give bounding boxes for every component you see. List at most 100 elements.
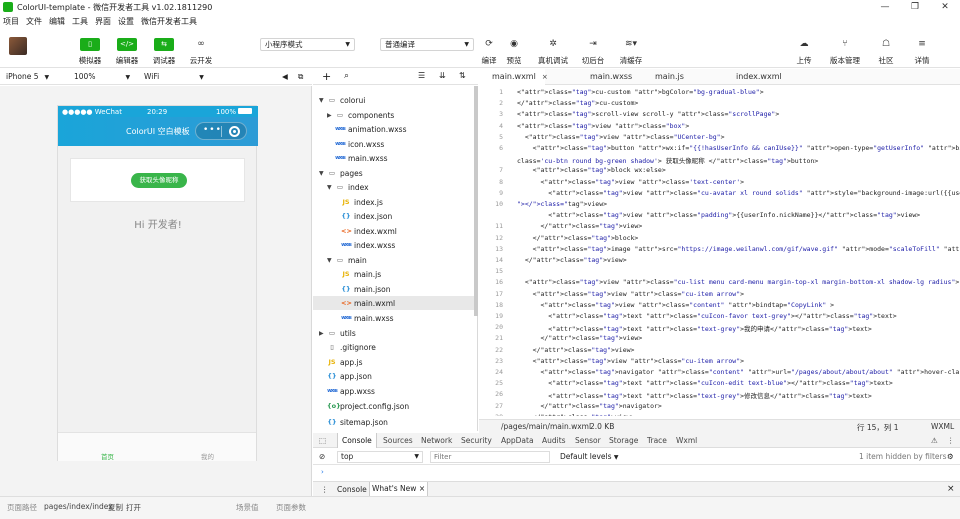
tab-trace[interactable]: Trace — [647, 436, 667, 445]
tree-file-index-json[interactable]: {} index.json — [341, 209, 392, 223]
tree-folder-utils[interactable]: ▶ ▭ utils — [319, 326, 356, 340]
scene-label[interactable]: 场景值 — [236, 502, 259, 513]
tree-file-main-wxss-colorui[interactable]: wxss main.wxss — [335, 151, 387, 165]
code-line[interactable]: <"attr">class="tag">text "attr">class="t… — [517, 323, 872, 333]
code-line[interactable]: <"attr">class="tag">text "attr">class="c… — [517, 379, 893, 387]
compile-select[interactable]: 普通编译 ▼ — [380, 38, 474, 51]
code-line[interactable]: <"attr">class="tag">block wx:else> — [517, 166, 666, 174]
code-line[interactable]: <"attr">class="tag">navigator "attr">cla… — [517, 368, 960, 376]
menu-edit[interactable]: 编辑 — [49, 16, 65, 27]
context-select[interactable]: top ▼ — [337, 451, 423, 463]
close-icon[interactable]: × — [542, 73, 548, 81]
simulator-toggle-icon[interactable]: ▯ — [80, 38, 100, 51]
code-line[interactable]: <"attr">class="tag">scroll-view scroll-y… — [517, 110, 779, 118]
tree-file-animation-wxss[interactable]: wxss animation.wxss — [335, 122, 406, 136]
code-line[interactable]: <"attr">class="tag">view "attr">class="c… — [517, 290, 744, 298]
code-line[interactable]: <"attr">class="tag">view "attr">class="U… — [517, 133, 725, 141]
code-line[interactable]: "></">class="tag">view> — [517, 200, 607, 208]
tree-file-main-wxss[interactable]: wxss main.wxss — [341, 311, 393, 325]
more-icon[interactable]: ••• — [203, 125, 222, 135]
code-line[interactable]: <"attr">class="tag">cu-custom "attr">bgC… — [517, 88, 764, 96]
code-line[interactable]: </"attr">class="tag">view> — [517, 256, 627, 264]
code-line[interactable]: </"attr">class="tag">view> — [517, 346, 635, 354]
code-line[interactable]: <"attr">class="tag">view "attr">class="c… — [517, 278, 959, 286]
levels-select[interactable]: Default levels ▼ — [560, 452, 619, 461]
tree-file-index-wxss[interactable]: wxss index.wxss — [341, 238, 395, 252]
tab-console[interactable]: Console — [337, 433, 377, 448]
tab-index-wxml[interactable]: index.wxml — [736, 69, 782, 85]
collapse-icon[interactable]: ⇊ — [439, 71, 446, 80]
drawer-tab-console[interactable]: Console — [337, 485, 367, 494]
user-avatar[interactable] — [9, 37, 27, 55]
params-label[interactable]: 页面参数 — [276, 502, 306, 513]
tab-main-js[interactable]: main.js — [655, 69, 684, 85]
tree-file-main-json[interactable]: {} main.json — [341, 282, 390, 296]
clear-console-icon[interactable]: ⊘ — [319, 452, 325, 461]
code-line[interactable]: class='cu-btn round bg-green shadow'> 获取… — [517, 155, 818, 165]
code-line[interactable]: <"attr">class="tag">view "attr">class="b… — [517, 122, 689, 130]
code-line[interactable]: <"attr">class="tag">image "attr">src="ht… — [517, 245, 960, 253]
phone-screen[interactable]: ●●●●● WeChat 20:29 100% ColorUI 空白模板 •••… — [57, 105, 258, 461]
switch-background-icon[interactable]: ⇥ — [583, 38, 603, 51]
device-select[interactable]: iPhone 5 ▼ — [6, 71, 49, 83]
close-button[interactable]: ✕ — [930, 0, 960, 14]
refresh-icon[interactable]: ⟳ — [479, 38, 499, 51]
eye-icon[interactable]: ◉ — [504, 38, 524, 51]
upload-icon[interactable]: ☁ — [794, 38, 814, 51]
restore-button[interactable]: ❐ — [900, 0, 930, 14]
menu-settings[interactable]: 设置 — [118, 16, 134, 27]
mute-icon[interactable]: ◀ — [282, 71, 288, 83]
menu-devtools[interactable]: 微信开发者工具 — [141, 16, 197, 27]
minimize-button[interactable]: — — [870, 0, 900, 14]
tree-file-main-js[interactable]: JS main.js — [341, 267, 381, 281]
code-line[interactable]: </"attr">class="tag">navigator> — [517, 402, 661, 410]
tab-network[interactable]: Network — [421, 436, 452, 445]
code-line[interactable]: </"attr">class="tag">cu-custom> — [517, 99, 638, 107]
tree-folder-index[interactable]: ▼ ▭ index — [327, 180, 369, 194]
code-line[interactable]: <"attr">class="tag">view "attr">class="p… — [517, 211, 920, 219]
menu-view[interactable]: 界面 — [95, 16, 111, 27]
close-icon[interactable]: × — [419, 484, 425, 493]
code-line[interactable]: </"attr">class="tag">block> — [517, 234, 639, 242]
inspect-icon[interactable]: ⬚ — [319, 436, 326, 445]
console-filter-input[interactable] — [430, 451, 550, 463]
language-mode[interactable]: WXML — [931, 422, 954, 431]
get-userinfo-button[interactable]: 获取头像昵称 — [131, 173, 187, 188]
tab-sources[interactable]: Sources — [383, 436, 413, 445]
tree-folder-main[interactable]: ▼ ▭ main — [327, 253, 367, 267]
menu-file[interactable]: 文件 — [26, 16, 42, 27]
cursor-position[interactable]: 行 15，列 1 — [857, 422, 899, 433]
code-line[interactable]: <"attr">class="tag">button "attr">wx:if=… — [517, 144, 960, 152]
tab-security[interactable]: Security — [461, 436, 492, 445]
tree-folder-components[interactable]: ▶ ▭ components — [327, 108, 394, 122]
tab-sensor[interactable]: Sensor — [575, 436, 601, 445]
code-line[interactable]: <"attr">class="tag">view "attr">class="c… — [517, 357, 744, 365]
tab-appdata[interactable]: AppData — [501, 436, 534, 445]
tree-folder-pages[interactable]: ▼ ▭ pages — [319, 166, 363, 180]
code-editor[interactable]: 1 <"attr">class="tag">cu-custom "attr">bg… — [479, 86, 960, 416]
code-line[interactable]: <"attr">class="tag">view "attr">class='t… — [517, 178, 744, 186]
tree-file-index-js[interactable]: JS index.js — [341, 195, 382, 209]
code-line[interactable]: <"attr">class="tag">text "attr">class="t… — [517, 390, 872, 400]
close-mini-program-icon[interactable] — [229, 126, 240, 137]
tab-mine[interactable]: 我的 — [201, 451, 214, 461]
tree-file-app-json[interactable]: {} app.json — [327, 369, 371, 383]
tree-file-app-js[interactable]: JS app.js — [327, 355, 362, 369]
tree-file-gitignore[interactable]: ▯ .gitignore — [327, 340, 376, 354]
tab-home[interactable]: 首页 — [101, 451, 114, 461]
code-line[interactable]: <"attr">class="tag">view "attr">class="c… — [517, 189, 960, 197]
menu-icon[interactable]: ≡ — [912, 38, 932, 51]
tree-file-main-wxml[interactable]: <> main.wxml — [313, 296, 477, 310]
tree-file-project-config[interactable]: {o} project.config.json — [327, 399, 409, 413]
code-line[interactable]: <"attr">class="tag">view "attr">class="c… — [517, 301, 834, 309]
debugger-toggle-icon[interactable]: ⇆ — [154, 38, 174, 51]
code-line[interactable]: </"attr">class="tag">view> — [517, 334, 642, 342]
capsule-button[interactable]: ••• — [195, 122, 247, 140]
tab-main-wxml[interactable]: main.wxml × — [479, 69, 548, 85]
bug-icon[interactable]: ✲ — [543, 38, 563, 51]
code-line[interactable]: </"attr">class="tag">view> — [517, 222, 642, 230]
console-output[interactable]: › — [313, 466, 960, 480]
code-line[interactable]: </"attr">class="tag">view> — [517, 413, 635, 416]
editor-toggle-icon[interactable]: </> — [117, 38, 137, 51]
list-icon[interactable]: ☰ — [418, 71, 425, 80]
